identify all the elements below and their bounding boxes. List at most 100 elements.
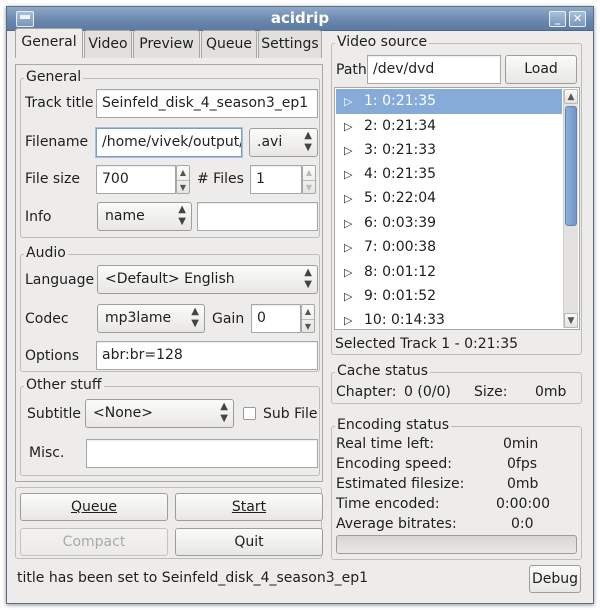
track-title-label: Track title [25,95,94,111]
track-item[interactable]: ▷ 9: 0:01:52 [336,284,562,309]
misc-label: Misc. [29,445,65,461]
updown-arrow-icon: ▲ ▼ [304,267,312,290]
triangle-right-icon[interactable]: ▷ [344,284,352,309]
start-button[interactable]: Start [175,493,323,521]
updown-arrow-icon: ▲ ▼ [191,306,199,329]
subfile-checkbox[interactable] [243,407,256,420]
size-label: Size: [474,384,508,400]
title-bar: acidrip _ ✕ [7,7,593,31]
info-value: name [105,208,145,224]
spin-up-icon[interactable]: ▲ [303,166,315,180]
debug-button[interactable]: Debug [529,565,581,593]
filesize-label: File size [25,171,81,187]
subtitle-value: <None> [93,405,153,421]
subtitle-label: Subtitle [27,406,82,422]
enc-value: 0min [503,436,539,452]
codec-value: mp3lame [105,310,172,326]
triangle-right-icon[interactable]: ▷ [344,235,352,260]
track-list-scrollbar[interactable]: ▲ ▼ [563,89,578,328]
window-title: acidrip [270,9,330,27]
gain-spinner[interactable]: ▲ ▼ [301,304,315,333]
gain-label: Gain [212,311,245,327]
info-select[interactable]: name ▲ ▼ [97,202,192,231]
triangle-right-icon[interactable]: ▷ [344,162,352,187]
close-icon[interactable]: ✕ [569,11,586,27]
spin-up-icon[interactable]: ▲ [302,305,314,319]
track-item[interactable]: ▷ 10: 0:14:33 [336,308,562,333]
triangle-right-icon[interactable]: ▷ [344,186,352,211]
extension-select[interactable]: .avi ▲ ▼ [249,128,318,157]
enc-value: 0:00:00 [496,496,550,512]
info-text-input[interactable] [197,202,318,231]
tab-preview[interactable]: Preview [133,30,200,58]
track-item[interactable]: ▷ 7: 0:00:38 [336,235,562,260]
misc-input[interactable] [86,439,318,468]
track-item[interactable]: ▷ 3: 0:21:33 [336,138,562,163]
status-message: title has been set to Seinfeld_disk_4_se… [17,570,369,586]
filesize-input[interactable]: 700 [96,165,176,194]
minimize-icon[interactable]: _ [549,11,566,27]
gain-input[interactable]: 0 [251,304,301,333]
filesize-spinner[interactable]: ▲ ▼ [176,165,190,194]
enc-label: Estimated filesize: [336,476,465,492]
encoding-progress-bar [336,535,577,554]
load-button[interactable]: Load [505,55,577,84]
enc-value: 0:0 [511,516,534,532]
language-value: <Default> English [105,271,235,287]
spin-down-icon[interactable]: ▼ [302,318,314,333]
compact-button[interactable]: Compact [20,528,168,556]
filename-label: Filename [25,134,89,150]
scroll-down-icon[interactable]: ▼ [564,313,578,328]
chapter-label: Chapter: [336,384,397,400]
triangle-right-icon[interactable]: ▷ [344,114,352,139]
files-spinner[interactable]: ▲ ▼ [302,165,316,194]
track-item[interactable]: ▷ 1: 0:21:35 [336,89,562,114]
tab-queue[interactable]: Queue [201,30,257,58]
files-input[interactable]: 1 [250,165,302,194]
start-button-label: Start [231,499,267,515]
track-list[interactable]: ▷ 1: 0:21:35 ▷ 2: 0:21:34 ▷ 3: 0:21:33 ▷ 4: … [334,87,580,330]
track-item[interactable]: ▷ 5: 0:22:04 [336,186,562,211]
encoding-status-label: Encoding status [335,417,451,433]
subtitle-select[interactable]: <None> ▲ ▼ [85,399,234,428]
triangle-right-icon[interactable]: ▷ [344,89,352,114]
extension-value: .avi [257,134,283,150]
track-title-input[interactable]: Seinfeld_disk_4_season3_ep1 [96,89,318,118]
path-input[interactable]: /dev/dvd [367,55,501,84]
spin-down-icon[interactable]: ▼ [303,179,315,194]
quit-button[interactable]: Quit [175,528,323,556]
language-select[interactable]: <Default> English ▲ ▼ [97,265,318,294]
queue-button[interactable]: Queue [20,493,168,521]
triangle-right-icon[interactable]: ▷ [344,211,352,236]
tab-general[interactable]: General [15,28,83,58]
scrollbar-thumb[interactable] [565,106,577,226]
video-source-label: Video source [335,34,430,50]
subfile-label: Sub File [263,406,318,422]
spin-up-icon[interactable]: ▲ [177,166,189,180]
audio-frame-label: Audio [24,245,68,261]
track-item[interactable]: ▷ 8: 0:01:12 [336,260,562,285]
other-frame-label: Other stuff [24,377,104,393]
spin-down-icon[interactable]: ▼ [177,179,189,194]
options-input[interactable]: abr:br=128 [96,341,318,370]
tab-video[interactable]: Video [84,30,132,58]
updown-arrow-icon: ▲ ▼ [178,204,186,227]
tab-settings[interactable]: Settings [258,30,322,58]
track-item[interactable]: ▷ 6: 0:03:39 [336,211,562,236]
filename-input[interactable]: /home/vivek/output/ [96,128,242,157]
scroll-up-icon[interactable]: ▲ [564,89,578,104]
track-item[interactable]: ▷ 2: 0:21:34 [336,114,562,139]
triangle-right-icon[interactable]: ▷ [344,138,352,163]
updown-arrow-icon: ▲ ▼ [220,401,228,424]
chapter-value: 0 (0/0) [404,384,451,400]
enc-label: Real time left: [336,436,435,452]
codec-select[interactable]: mp3lame ▲ ▼ [97,304,205,333]
general-frame-label: General [24,69,84,85]
track-item[interactable]: ▷ 4: 0:21:35 [336,162,562,187]
enc-value: 0fps [507,456,538,472]
triangle-right-icon[interactable]: ▷ [344,260,352,285]
updown-arrow-icon: ▲ ▼ [304,130,312,153]
codec-label: Codec [25,311,69,327]
triangle-right-icon[interactable]: ▷ [344,308,352,333]
enc-value: 0mb [507,476,539,492]
